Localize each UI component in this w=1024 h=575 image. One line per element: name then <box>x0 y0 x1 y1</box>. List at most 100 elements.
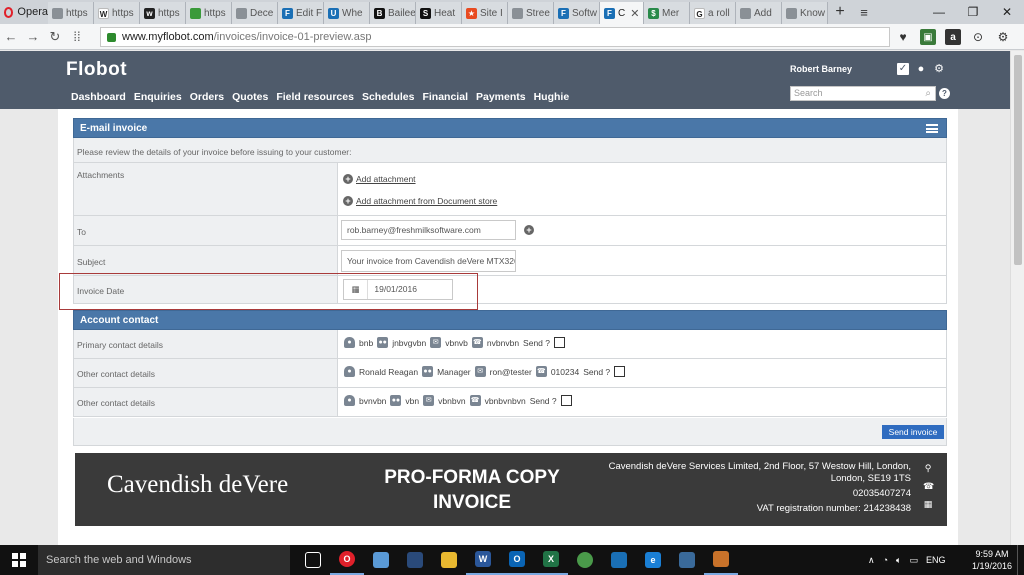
volume-icon[interactable]: 🔈︎ <box>896 555 901 566</box>
windows-start-icon[interactable] <box>12 553 26 567</box>
browser-tab[interactable]: Add <box>736 2 782 24</box>
app-logo[interactable]: Flobot <box>66 59 127 81</box>
back-icon[interactable]: ← <box>0 29 22 44</box>
close-window-icon[interactable]: ✕ <box>990 0 1024 24</box>
tab-favicon-icon <box>236 7 247 19</box>
nav-item[interactable]: Dashboard <box>71 91 126 103</box>
tab-favicon-icon: W <box>98 7 109 19</box>
nav-item[interactable]: Field resources <box>276 91 354 103</box>
forward-icon[interactable]: → <box>22 29 44 44</box>
extension-icon[interactable]: ▣ <box>920 29 936 45</box>
browser-tab[interactable]: Whttps <box>94 2 140 24</box>
system-tray: ∧ ◔ 🔈︎ ▭ ENG <box>868 545 945 575</box>
browser-tab[interactable]: B Bailee <box>370 2 416 24</box>
tab-label: https <box>158 7 180 19</box>
browser-tab[interactable]: Ga roll <box>690 2 736 24</box>
browser-tab[interactable]: Know <box>782 2 828 24</box>
user-name[interactable]: Robert Barney <box>790 64 852 74</box>
tasks-check-icon[interactable]: ✓ <box>897 63 909 75</box>
minimize-icon[interactable]: — <box>922 0 956 24</box>
tab-favicon-icon: F <box>604 7 615 19</box>
edge-taskbar-icon[interactable]: e <box>636 545 670 575</box>
wifi-icon[interactable]: ◔ <box>883 555 888 565</box>
word-taskbar-icon[interactable]: W <box>466 545 500 575</box>
add-attachment-link[interactable]: + Add attachment <box>343 173 416 185</box>
speed-dial-icon[interactable]: ⁞⁞ <box>66 29 88 44</box>
notepad-taskbar-icon[interactable] <box>364 545 398 575</box>
nav-item[interactable]: Enquiries <box>134 91 182 103</box>
browser-tab[interactable]: F C ✕ <box>600 2 644 24</box>
language-indicator[interactable]: ENG <box>926 555 946 565</box>
search-input[interactable]: Search ⌕ <box>790 86 936 101</box>
browser-tab[interactable]: https <box>48 2 94 24</box>
company-address: Cavendish deVere Services Limited, 2nd F… <box>591 461 911 515</box>
send-invoice-button[interactable]: Send invoice <box>882 425 944 439</box>
taskbar-clock[interactable]: 9:59 AM 1/19/2016 <box>968 548 1016 572</box>
opera-logo-icon <box>4 6 14 18</box>
show-desktop-button[interactable] <box>1017 545 1024 575</box>
settings-icon[interactable]: ⚙ <box>992 26 1014 48</box>
restore-icon[interactable]: ❐ <box>956 0 990 24</box>
scrollbar-thumb[interactable] <box>1014 55 1022 265</box>
nav-item[interactable]: Financial <box>422 91 468 103</box>
page-scrollbar[interactable] <box>1010 51 1024 545</box>
browser-tab[interactable]: w https <box>140 2 186 24</box>
task-view-icon[interactable] <box>296 545 330 575</box>
url-field[interactable]: www.myflobot.com/invoices/invoice-01-pre… <box>100 27 890 47</box>
to-email-input[interactable]: rob.barney@freshmilksoftware.com <box>341 220 516 240</box>
browser-tab[interactable]: F Softw <box>554 2 600 24</box>
close-tab-icon[interactable]: ✕ <box>630 7 639 20</box>
nav-item[interactable]: Hughie <box>534 91 570 103</box>
outlook-taskbar-icon[interactable]: O <box>500 545 534 575</box>
chevron-up-icon[interactable]: ∧ <box>868 555 875 566</box>
browser-tab[interactable]: F Edit F <box>278 2 324 24</box>
contact-row-label: Primary contact details <box>77 340 163 350</box>
app-taskbar-icon[interactable] <box>398 545 432 575</box>
send-checkbox[interactable] <box>560 395 572 406</box>
contact-company: jnbvgvbn <box>392 337 427 348</box>
notifications-icon[interactable]: ▭ <box>909 555 918 566</box>
remote-desktop-icon[interactable] <box>602 545 636 575</box>
subject-input[interactable]: Your invoice from Cavendish deVere MTX32… <box>341 250 516 272</box>
send-checkbox[interactable] <box>614 366 626 377</box>
tab-label: Mer <box>662 7 680 19</box>
store-taskbar-icon[interactable] <box>670 545 704 575</box>
download-icon[interactable]: ⊙ <box>967 26 989 48</box>
url-path: /invoices/invoice-01-preview.asp <box>213 31 372 43</box>
browser-tab[interactable]: https <box>186 2 232 24</box>
active-app-taskbar-icon[interactable] <box>704 545 738 575</box>
nav-item[interactable]: Orders <box>190 91 224 103</box>
send-checkbox[interactable] <box>554 337 565 348</box>
nav-item[interactable]: Schedules <box>362 91 415 103</box>
opera-taskbar-icon[interactable]: O <box>330 545 364 575</box>
excel-taskbar-icon[interactable]: X <box>534 545 568 575</box>
new-tab-button[interactable]: + <box>828 0 852 24</box>
browser-tab[interactable]: Stree <box>508 2 554 24</box>
browser-tab[interactable]: $ Mer <box>644 2 690 24</box>
gear-icon[interactable]: ⚙ <box>933 63 945 75</box>
add-from-store-link[interactable]: + Add attachment from Document store <box>343 195 497 207</box>
tab-menu-icon[interactable]: ≡ <box>852 0 876 24</box>
nav-item[interactable]: Quotes <box>232 91 268 103</box>
reload-icon[interactable]: ↻ <box>44 29 66 45</box>
browser-tab[interactable]: Dece <box>232 2 278 24</box>
browser-tab[interactable]: S Heat <box>416 2 462 24</box>
user-icon[interactable]: ● <box>915 63 927 75</box>
file-explorer-icon[interactable] <box>432 545 466 575</box>
invoice-banner: Cavendish deVere PRO-FORMA COPY INVOICE … <box>75 453 947 526</box>
nav-item[interactable]: Payments <box>476 91 526 103</box>
contact-name: bvnvbn <box>359 395 387 406</box>
amazon-extension-icon[interactable]: a <box>945 29 961 45</box>
browser-tab[interactable]: ★ Site I <box>462 2 508 24</box>
chrome-taskbar-icon[interactable] <box>568 545 602 575</box>
help-icon[interactable]: ? <box>939 88 950 99</box>
tab-label: Stree <box>526 7 550 19</box>
bookmark-heart-icon[interactable]: ♥ <box>892 26 914 48</box>
opera-menu-button[interactable]: Opera <box>0 0 48 24</box>
add-recipient-icon[interactable]: + <box>524 225 534 235</box>
group-icon: ●● <box>390 395 402 406</box>
search-icon[interactable]: ⌕ <box>925 87 931 100</box>
taskbar-search-input[interactable]: Search the web and Windows <box>38 545 290 575</box>
browser-tab[interactable]: U Whe <box>324 2 370 24</box>
hamburger-menu-icon[interactable] <box>926 124 938 133</box>
